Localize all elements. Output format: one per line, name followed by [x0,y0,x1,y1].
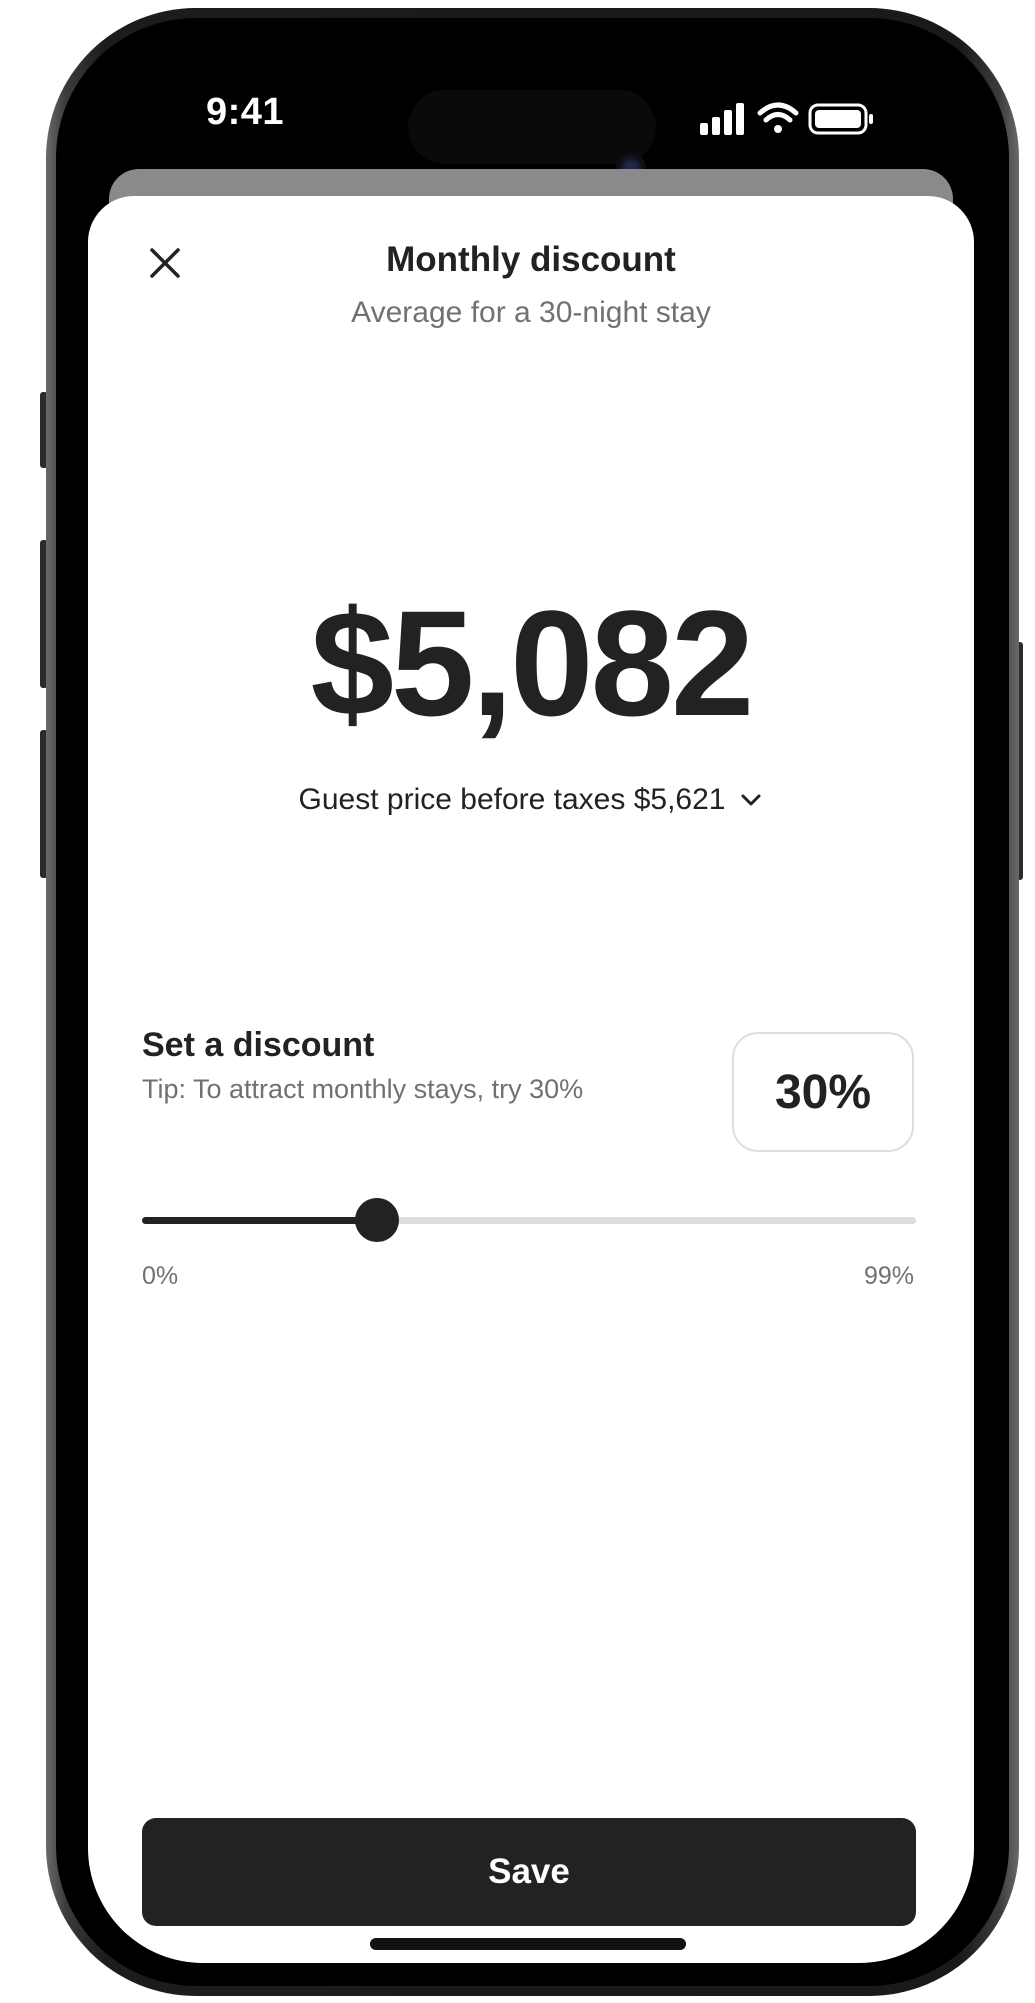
discount-slider[interactable] [142,1196,916,1244]
guest-price-label: Guest price before taxes $5,621 [298,783,726,816]
discount-percent-input[interactable]: 30% [732,1032,914,1152]
discount-label: Set a discount [142,1026,375,1064]
sheet-title: Monthly discount [386,240,676,279]
guest-price-toggle[interactable]: Guest price before taxes $5,621 [88,783,974,817]
battery-icon [808,103,873,135]
signal-icon [700,103,744,135]
status-icons-svg [700,102,873,135]
wifi-icon [757,102,799,133]
slider-max-label: 99% [863,1262,914,1290]
dynamic-island [408,90,656,164]
slider-fill [142,1217,377,1224]
chevron-down-icon [741,794,761,806]
monthly-discount-sheet: Monthly discount Average for a 30-night … [88,196,974,1963]
status-icons [698,99,898,139]
monthly-price: $5,082 [310,579,755,747]
home-indicator [370,1938,686,1950]
slider-min-label: 0% [142,1262,179,1290]
page: 9:41 Monthly discount Average for a 30-n… [0,0,1035,2003]
discount-tip: Tip: To attract monthly stays, try 30% [142,1074,584,1104]
save-button[interactable]: Save [142,1818,916,1926]
sheet-subtitle: Average for a 30-night stay [351,296,711,329]
slider-thumb[interactable] [354,1198,399,1242]
phone-screen: 9:41 Monthly discount Average for a 30-n… [88,43,974,1963]
status-time: 9:41 [206,91,285,133]
